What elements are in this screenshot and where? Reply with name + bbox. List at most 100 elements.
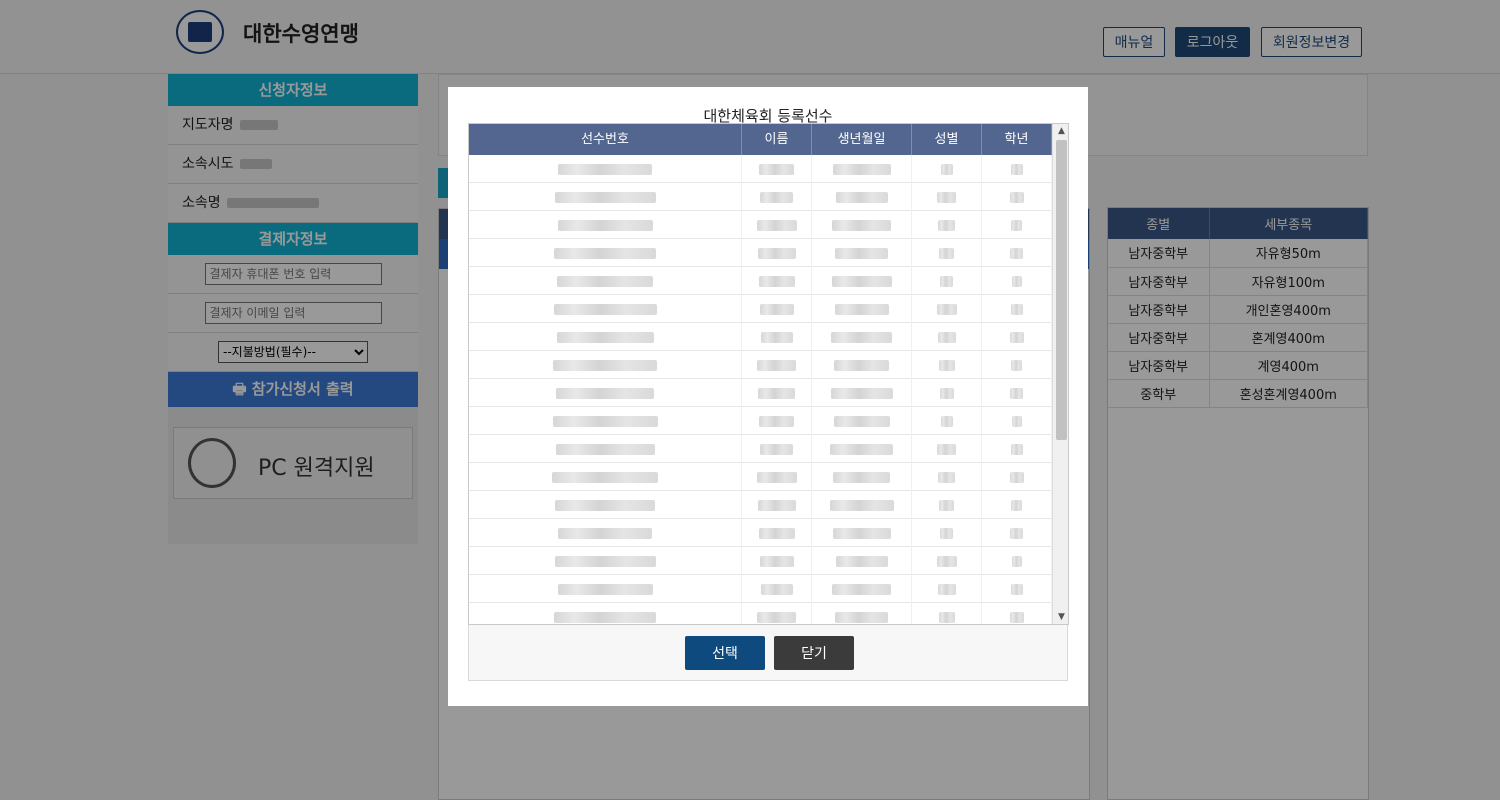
athlete-row[interactable] xyxy=(469,463,1052,491)
redacted-value xyxy=(1011,219,1022,231)
athlete-row[interactable] xyxy=(469,295,1052,323)
redacted-value xyxy=(1009,471,1024,483)
athlete-row[interactable] xyxy=(469,379,1052,407)
redacted-cell xyxy=(982,407,1052,435)
athlete-row[interactable] xyxy=(469,211,1052,239)
grid-scrollbar[interactable]: ▲ ▼ xyxy=(1052,124,1068,624)
athlete-row[interactable] xyxy=(469,239,1052,267)
redacted-value xyxy=(1011,275,1022,287)
redacted-cell xyxy=(742,323,812,351)
redacted-value xyxy=(553,303,657,315)
athlete-row[interactable] xyxy=(469,267,1052,295)
scroll-down-icon[interactable]: ▼ xyxy=(1053,610,1068,624)
athlete-row[interactable] xyxy=(469,603,1052,624)
redacted-cell xyxy=(982,463,1052,491)
redacted-cell xyxy=(912,183,982,211)
athlete-row[interactable] xyxy=(469,491,1052,519)
redacted-cell xyxy=(742,407,812,435)
redacted-cell xyxy=(982,379,1052,407)
redacted-cell xyxy=(982,183,1052,211)
redacted-cell xyxy=(812,547,912,575)
redacted-value xyxy=(938,359,955,371)
athlete-row[interactable] xyxy=(469,407,1052,435)
redacted-value xyxy=(936,303,957,315)
close-button[interactable]: 닫기 xyxy=(774,636,854,670)
redacted-cell xyxy=(812,211,912,239)
redacted-cell xyxy=(469,295,742,323)
scroll-up-icon[interactable]: ▲ xyxy=(1053,124,1068,138)
redacted-cell xyxy=(812,183,912,211)
redacted-cell xyxy=(742,603,812,624)
redacted-value xyxy=(832,219,891,231)
redacted-value xyxy=(1010,583,1023,595)
redacted-cell xyxy=(742,547,812,575)
redacted-cell xyxy=(982,351,1052,379)
athlete-row[interactable] xyxy=(469,547,1052,575)
redacted-value xyxy=(760,191,793,203)
athlete-grid-header: 선수번호 이름 생년월일 성별 학년 xyxy=(469,124,1052,155)
redacted-value xyxy=(758,387,795,399)
redacted-cell xyxy=(812,435,912,463)
redacted-value xyxy=(1009,611,1024,623)
redacted-value xyxy=(759,415,794,427)
redacted-cell xyxy=(742,491,812,519)
redacted-cell xyxy=(812,351,912,379)
athlete-row[interactable] xyxy=(469,155,1052,183)
redacted-cell xyxy=(982,491,1052,519)
redacted-cell xyxy=(912,575,982,603)
redacted-cell xyxy=(912,239,982,267)
athlete-row[interactable] xyxy=(469,323,1052,351)
redacted-value xyxy=(553,359,657,371)
redacted-value xyxy=(835,191,888,203)
redacted-cell xyxy=(742,463,812,491)
redacted-cell xyxy=(742,575,812,603)
redacted-cell xyxy=(812,407,912,435)
redacted-value xyxy=(939,387,954,399)
redacted-value xyxy=(835,555,888,567)
redacted-cell xyxy=(982,575,1052,603)
redacted-value xyxy=(937,191,956,203)
redacted-value xyxy=(939,247,954,259)
redacted-cell xyxy=(742,351,812,379)
redacted-value xyxy=(831,275,892,287)
redacted-value xyxy=(554,247,656,259)
redacted-cell xyxy=(912,351,982,379)
redacted-value xyxy=(1010,443,1023,455)
redacted-value xyxy=(557,583,653,595)
redacted-value xyxy=(940,527,953,539)
redacted-value xyxy=(759,303,794,315)
redacted-value xyxy=(835,247,888,259)
athlete-row[interactable] xyxy=(469,183,1052,211)
redacted-value xyxy=(558,163,652,175)
redacted-cell xyxy=(912,379,982,407)
redacted-cell xyxy=(912,155,982,183)
col-birthdate: 생년월일 xyxy=(812,124,912,155)
redacted-cell xyxy=(912,519,982,547)
redacted-value xyxy=(1010,163,1023,175)
redacted-cell xyxy=(912,323,982,351)
redacted-value xyxy=(1010,527,1023,539)
redacted-value xyxy=(940,275,953,287)
redacted-value xyxy=(831,331,892,343)
redacted-cell xyxy=(469,575,742,603)
scroll-thumb[interactable] xyxy=(1056,140,1067,440)
redacted-value xyxy=(1011,359,1022,371)
redacted-cell xyxy=(812,295,912,323)
redacted-cell xyxy=(469,491,742,519)
redacted-cell xyxy=(982,211,1052,239)
redacted-cell xyxy=(982,239,1052,267)
redacted-cell xyxy=(982,267,1052,295)
redacted-cell xyxy=(469,183,742,211)
athlete-row[interactable] xyxy=(469,351,1052,379)
redacted-cell xyxy=(812,239,912,267)
redacted-value xyxy=(833,415,890,427)
redacted-value xyxy=(937,443,956,455)
select-button[interactable]: 선택 xyxy=(685,636,765,670)
redacted-value xyxy=(832,163,891,175)
athlete-row[interactable] xyxy=(469,519,1052,547)
redacted-cell xyxy=(742,155,812,183)
redacted-cell xyxy=(912,603,982,624)
redacted-value xyxy=(760,443,793,455)
athlete-row[interactable] xyxy=(469,575,1052,603)
athlete-row[interactable] xyxy=(469,435,1052,463)
